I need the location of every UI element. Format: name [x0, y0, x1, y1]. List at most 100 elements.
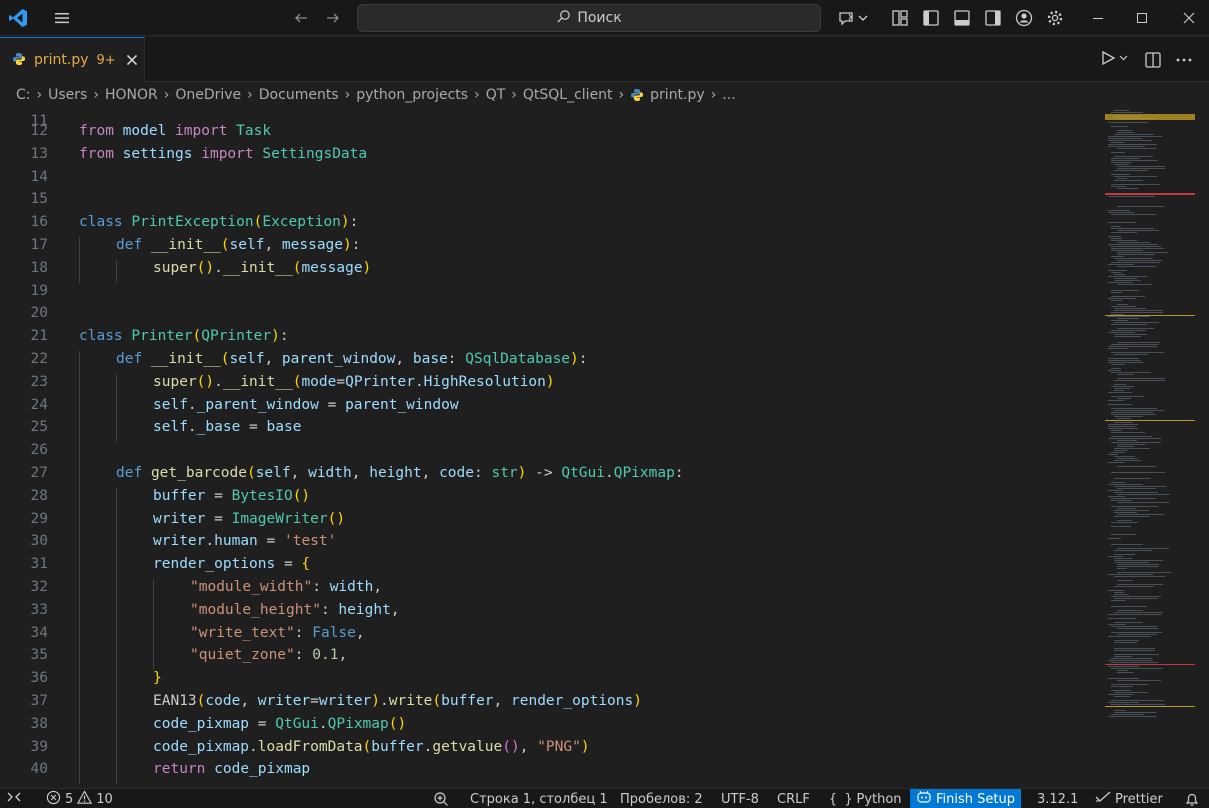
minimap-line: [1117, 520, 1132, 521]
breadcrumb-item[interactable]: Users: [48, 87, 87, 103]
code-token: import: [175, 123, 228, 139]
breadcrumb-item[interactable]: OneDrive: [175, 87, 241, 103]
breadcrumb-item[interactable]: C:: [16, 87, 31, 103]
minimap[interactable]: [1100, 108, 1209, 784]
title-bar: Поиск: [0, 0, 1209, 36]
breadcrumb-item[interactable]: QtSQL_client: [523, 87, 613, 103]
code-editor[interactable]: 11 12 from model import Task 13 from settin…: [0, 108, 1100, 784]
problems-indicator[interactable]: 5 10: [46, 789, 113, 808]
minimap-line: [1111, 272, 1121, 273]
python-version[interactable]: 3.12.1: [1037, 789, 1078, 808]
minimap-line: [1108, 348, 1128, 349]
menu-icon[interactable]: [50, 0, 74, 36]
indent-guide: [79, 373, 80, 397]
minimap-line: [1117, 398, 1131, 399]
tab-print-py[interactable]: print.py 9+: [0, 37, 145, 82]
minimap-line: [1111, 690, 1131, 691]
customize-layout-icon[interactable]: [889, 0, 911, 36]
minimap-line: [1117, 680, 1161, 681]
minimap-line: [1114, 586, 1154, 587]
breadcrumb-item[interactable]: Documents: [259, 87, 339, 103]
minimap-line: [1111, 626, 1157, 627]
copilot-chat-icon[interactable]: [834, 0, 872, 36]
code-line: 39 code_pixmap.loadFromData(buffer.getval…: [0, 738, 1100, 762]
code-token: def: [116, 351, 143, 367]
run-python-file-button[interactable]: [1096, 37, 1132, 82]
code-token: __init__: [150, 237, 221, 253]
code-token: __init__: [222, 373, 293, 390]
line-number: 30: [30, 533, 48, 550]
code-text: super().__init__(message): [153, 260, 371, 276]
minimap-line: [1108, 264, 1134, 265]
breadcrumb-item[interactable]: ...: [722, 87, 735, 103]
split-editor-icon[interactable]: [1142, 37, 1164, 82]
minimap-line: [1108, 370, 1121, 371]
minimap-line: [1111, 386, 1134, 387]
breadcrumb-item[interactable]: HONOR: [105, 87, 158, 103]
code-token: import: [201, 145, 254, 162]
code-line: 20: [0, 305, 1100, 328]
indentation[interactable]: Пробелов: 2: [620, 789, 703, 808]
code-token: render_options: [153, 556, 276, 573]
settings-gear-icon[interactable]: [1044, 0, 1066, 36]
minimap-line: [1117, 304, 1128, 305]
remote-indicator[interactable]: [6, 789, 22, 808]
minimap-line: [1114, 274, 1125, 275]
code-token: ): [271, 328, 280, 345]
minimap-line: [1114, 460, 1141, 461]
code-line: 35 "quiet_zone": 0.1,: [0, 647, 1100, 671]
code-token: =: [205, 510, 232, 527]
command-center-search[interactable]: Поиск: [357, 4, 821, 32]
close-tab-icon[interactable]: [126, 54, 138, 66]
zoom-icon[interactable]: [433, 789, 449, 808]
close-window-icon[interactable]: [1177, 0, 1201, 36]
code-token: ->: [526, 465, 562, 481]
minimap-line: [1108, 428, 1138, 429]
toggle-secondary-sidebar-icon[interactable]: [982, 0, 1004, 36]
code-text: "quiet_zone": 0.1,: [190, 647, 347, 663]
indent-guide: [79, 396, 80, 420]
minimap-line: [1117, 502, 1169, 503]
minimap-line: [1114, 576, 1165, 577]
minimap-line: [1111, 292, 1122, 293]
code-token: Printer: [131, 328, 193, 345]
forward-arrow-icon[interactable]: [322, 0, 344, 36]
minimap-line: [1114, 156, 1153, 157]
maximize-icon[interactable]: [1130, 0, 1154, 36]
notifications-bell-icon[interactable]: [1185, 789, 1199, 808]
minimap-line: [1108, 236, 1121, 237]
code-token: write: [388, 693, 433, 709]
line-number: 16: [30, 214, 48, 231]
code-line: 36}: [0, 670, 1100, 694]
minimap-line: [1111, 396, 1144, 397]
minimap-line: [1117, 670, 1128, 671]
breadcrumb-item[interactable]: print.py: [650, 87, 705, 103]
account-icon[interactable]: [1013, 0, 1035, 36]
finish-setup-button[interactable]: Finish Setup: [910, 789, 1021, 808]
prettier-status[interactable]: Prettier: [1095, 789, 1163, 808]
minimap-line: [1114, 416, 1143, 417]
line-number: 19: [30, 282, 48, 299]
minimap-line: [1111, 714, 1144, 715]
back-arrow-icon[interactable]: [290, 0, 312, 36]
breadcrumb-item[interactable]: python_projects: [356, 87, 468, 103]
toggle-primary-sidebar-icon[interactable]: [920, 0, 942, 36]
code-token: (: [220, 237, 230, 253]
end-of-line[interactable]: CRLF: [777, 789, 810, 808]
cursor-position[interactable]: Строка 1, столбец 1: [470, 789, 608, 808]
code-text: "module_width": width,: [190, 579, 382, 595]
more-actions-icon[interactable]: [1173, 37, 1195, 82]
minimap-line: [1117, 610, 1143, 611]
line-number: 12: [30, 123, 48, 139]
code-line: 24 self._parent_window = parent_window: [0, 396, 1100, 420]
toggle-panel-icon[interactable]: [951, 0, 973, 36]
breadcrumb-item[interactable]: QT: [486, 87, 506, 103]
minimize-icon[interactable]: [1086, 0, 1110, 36]
language-mode[interactable]: { } Python: [829, 789, 902, 808]
code-token: "module_width": [190, 579, 313, 595]
minimap-line: [1111, 544, 1143, 545]
encoding[interactable]: UTF-8: [721, 789, 759, 808]
code-token: get_barcode: [150, 465, 247, 481]
code-text: class PrintException(Exception):: [79, 214, 358, 230]
